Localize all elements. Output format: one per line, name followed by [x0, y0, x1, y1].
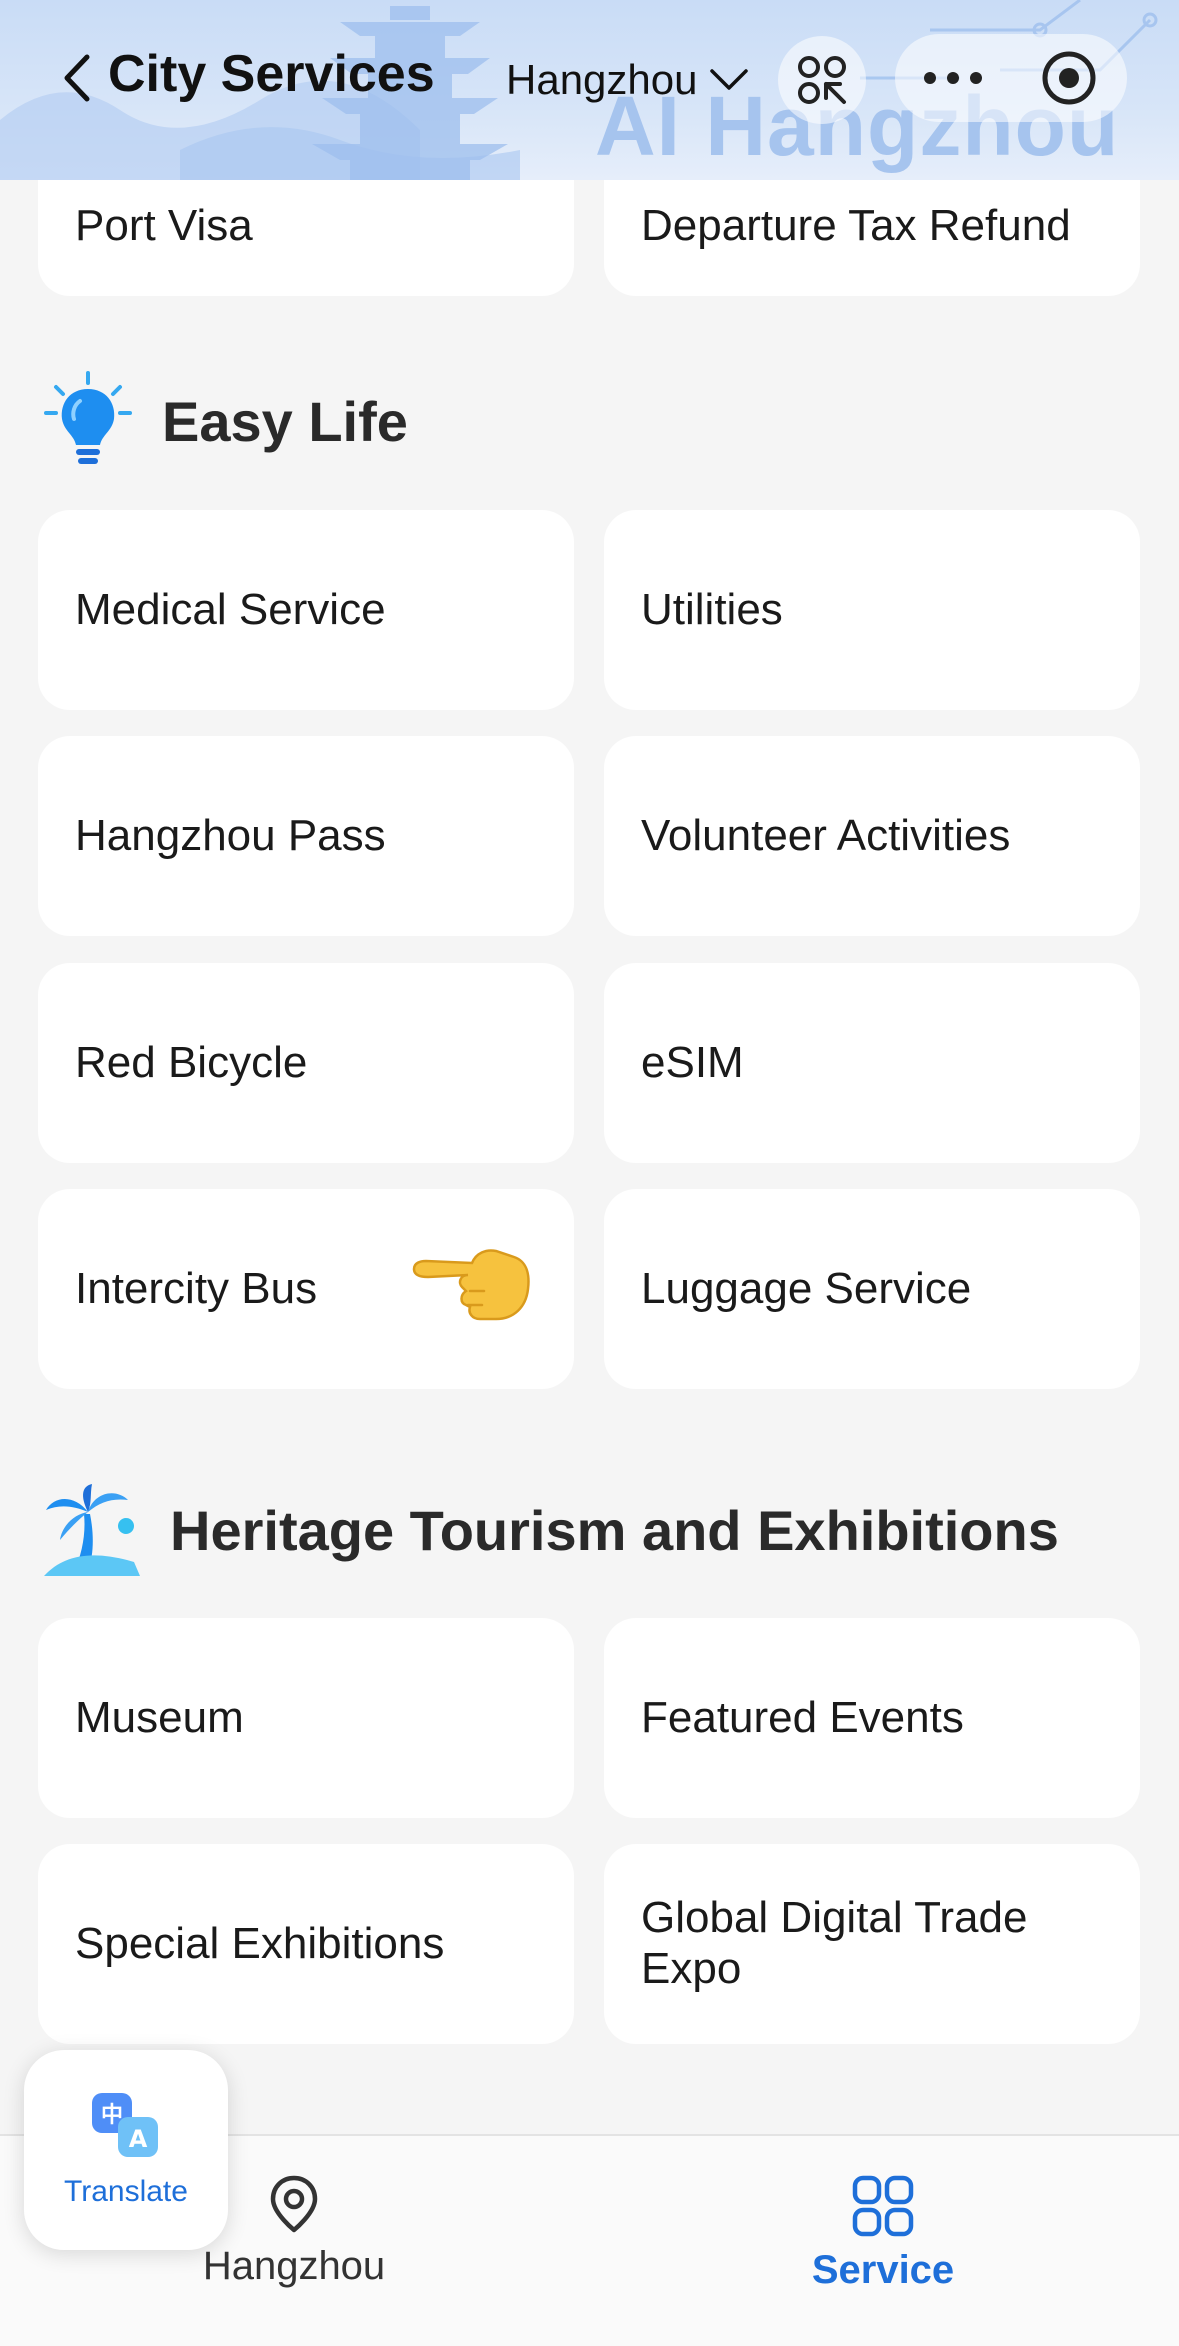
- more-dots-icon: [924, 72, 982, 84]
- back-button[interactable]: [56, 50, 96, 106]
- tab-service[interactable]: Service: [753, 2174, 1013, 2314]
- service-card-label: Medical Service: [75, 584, 386, 634]
- services-scroll-area[interactable]: Port Visa Departure Tax Refund Easy Life…: [0, 176, 1179, 2136]
- service-card-luggage-service[interactable]: Luggage Service: [604, 1189, 1140, 1389]
- translate-button[interactable]: 中 A Translate: [24, 2050, 228, 2250]
- pointing-hand-icon: [412, 1249, 530, 1321]
- service-card-esim[interactable]: eSIM: [604, 963, 1140, 1163]
- tab-label: Service: [811, 2248, 955, 2292]
- service-card-label: Global Digital Trade Expo: [641, 1893, 1028, 1993]
- service-card-special-exhibitions[interactable]: Special Exhibitions: [38, 1844, 574, 2044]
- grid-icon: [852, 2175, 914, 2237]
- service-card-medical-service[interactable]: Medical Service: [38, 510, 574, 710]
- service-card-intercity-bus[interactable]: Intercity Bus: [38, 1189, 574, 1389]
- service-card-departure-tax-refund[interactable]: Departure Tax Refund: [604, 176, 1140, 296]
- service-card-label: Utilities: [641, 584, 783, 634]
- svg-text:A: A: [129, 2125, 148, 2153]
- translate-label: Translate: [64, 2175, 188, 2208]
- lightbulb-icon: [44, 371, 132, 464]
- scan-icon: [798, 56, 846, 104]
- service-card-volunteer-activities[interactable]: Volunteer Activities: [604, 736, 1140, 936]
- scan-button[interactable]: [778, 36, 866, 124]
- section-header-easy-life: Easy Life: [44, 366, 408, 476]
- service-card-utilities[interactable]: Utilities: [604, 510, 1140, 710]
- mini-program-capsule: [895, 34, 1127, 122]
- city-selector-label: Hangzhou: [506, 56, 698, 103]
- service-card-label: Special Exhibitions: [75, 1918, 445, 1968]
- translate-icon: 中 A: [92, 2093, 158, 2157]
- chevron-down-icon: [710, 69, 749, 90]
- service-card-label: Intercity Bus: [75, 1263, 318, 1313]
- section-header-heritage-tourism: Heritage Tourism and Exhibitions: [44, 1475, 1059, 1585]
- city-selector[interactable]: Hangzhou: [506, 52, 749, 108]
- service-card-label: Volunteer Activities: [641, 810, 1011, 860]
- palm-tree-icon: [44, 1484, 140, 1576]
- service-card-hangzhou-pass[interactable]: Hangzhou Pass: [38, 736, 574, 936]
- service-card-museum[interactable]: Museum: [38, 1618, 574, 1818]
- service-card-featured-events[interactable]: Featured Events: [604, 1618, 1140, 1818]
- close-mini-program-button[interactable]: [1011, 34, 1127, 122]
- more-button[interactable]: [895, 34, 1011, 122]
- service-card-global-digital-trade-expo[interactable]: Global Digital Trade Expo: [604, 1844, 1140, 2044]
- service-card-label: Featured Events: [641, 1692, 964, 1742]
- service-card-label: Red Bicycle: [75, 1037, 308, 1087]
- section-title: Heritage Tourism and Exhibitions: [170, 1498, 1059, 1562]
- service-card-label: Hangzhou Pass: [75, 810, 386, 860]
- top-header: AI Hangzhou City Services Hangzhou: [0, 0, 1179, 180]
- service-card-label: Museum: [75, 1692, 244, 1742]
- tab-label: Hangzhou: [202, 2244, 386, 2288]
- service-card-label: Luggage Service: [641, 1263, 972, 1313]
- service-card-label: eSIM: [641, 1037, 744, 1087]
- service-card-label: Port Visa: [75, 200, 253, 250]
- service-card-red-bicycle[interactable]: Red Bicycle: [38, 963, 574, 1163]
- location-pin-icon: [270, 2175, 318, 2233]
- svg-text:中: 中: [101, 2103, 123, 2128]
- service-card-port-visa[interactable]: Port Visa: [38, 176, 574, 296]
- service-card-label: Departure Tax Refund: [641, 200, 1071, 250]
- chevron-left-icon: [64, 54, 90, 102]
- target-icon: [1042, 51, 1096, 105]
- page-title: City Services: [108, 45, 435, 103]
- section-title: Easy Life: [162, 389, 408, 453]
